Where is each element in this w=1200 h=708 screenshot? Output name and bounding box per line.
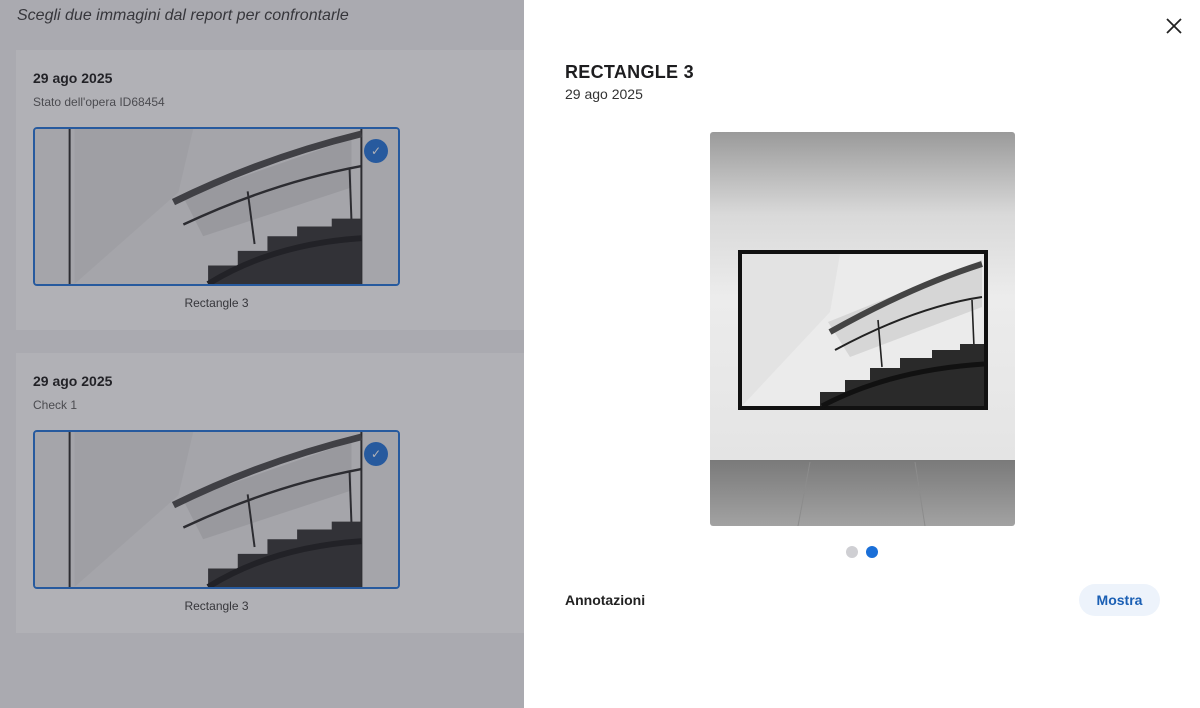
card-date: 29 ago 2025 xyxy=(33,373,113,389)
card-date: 29 ago 2025 xyxy=(33,70,113,86)
thumbnail-caption: Rectangle 3 xyxy=(184,296,249,310)
staircase-thumbnail xyxy=(35,432,398,587)
thumbnail-caption: Rectangle 3 xyxy=(184,599,249,613)
card-subtitle: Stato dell'opera ID68454 xyxy=(33,95,165,109)
carousel-pagination xyxy=(846,546,878,558)
detail-title: RECTANGLE 3 xyxy=(565,62,694,82)
artwork-photo xyxy=(710,132,1015,526)
close-icon xyxy=(1166,18,1182,34)
report-card: 29 ago 2025 Check 1 ✓ Rectangle 3 xyxy=(16,353,524,633)
compare-heading: Scegli due immagini dal report per confr… xyxy=(17,7,349,24)
card-subtitle: Check 1 xyxy=(33,398,78,412)
check-icon: ✓ xyxy=(364,442,388,466)
report-card: 29 ago 2025 Stato dell'opera ID68454 ✓ R… xyxy=(16,50,524,330)
detail-date: 29 ago 2025 xyxy=(565,86,643,102)
image-thumbnail[interactable]: ✓ xyxy=(33,430,400,589)
carousel-dot[interactable] xyxy=(846,546,858,558)
image-thumbnail[interactable]: ✓ xyxy=(33,127,400,286)
annotations-label: Annotazioni xyxy=(565,592,646,608)
staircase-thumbnail xyxy=(35,129,398,284)
show-annotations-button[interactable]: Mostra xyxy=(1079,584,1160,616)
framed-artwork-image xyxy=(710,132,1015,526)
image-detail-panel: RECTANGLE 3 29 ago 2025 Annotazioni Most… xyxy=(524,0,1200,708)
compare-panel: Scegli due immagini dal report per confr… xyxy=(0,0,524,708)
carousel-dot-active[interactable] xyxy=(866,546,878,558)
check-icon: ✓ xyxy=(364,139,388,163)
close-button[interactable] xyxy=(1164,16,1184,36)
